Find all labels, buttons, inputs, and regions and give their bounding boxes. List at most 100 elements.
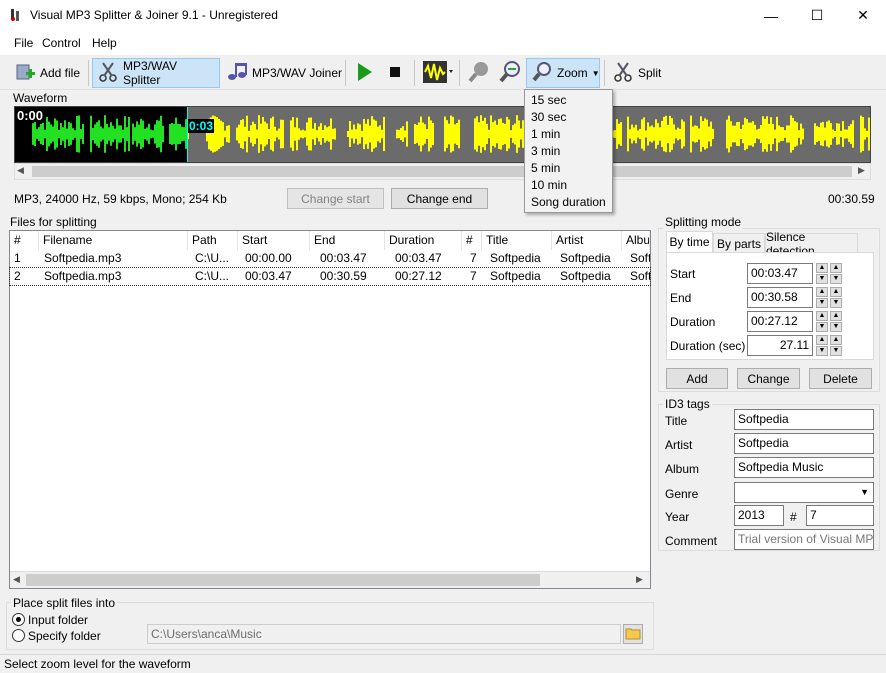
specify-folder-radio[interactable] <box>12 629 25 642</box>
files-scrollbar[interactable]: ◀ ▶ <box>10 571 650 588</box>
row-album: Soft <box>630 251 650 265</box>
tab-silence-detection[interactable]: Silence detection <box>765 230 858 258</box>
folder-icon <box>625 626 641 643</box>
spin-down-icon[interactable]: ▼ <box>816 346 828 356</box>
spin-down-icon[interactable]: ▼ <box>830 274 842 284</box>
id3-genre-select[interactable]: ▼ <box>734 482 874 503</box>
zoom-fit-button[interactable] <box>494 58 526 88</box>
column-header-path[interactable]: Path <box>188 231 238 250</box>
spin-down-icon[interactable]: ▼ <box>816 274 828 284</box>
column-header-album[interactable]: Albu <box>622 231 650 250</box>
split-button[interactable]: Split <box>608 58 665 88</box>
column-header-title[interactable]: Title <box>482 231 552 250</box>
id3-comment-input[interactable]: Trial version of Visual MP3 Sp <box>734 529 874 550</box>
zoom-option[interactable]: 3 min <box>531 143 560 160</box>
column-header-track[interactable]: # <box>462 231 482 250</box>
zoom-dropdown-button[interactable]: Zoom ▼ <box>526 58 600 88</box>
menu-file[interactable]: File <box>14 36 33 50</box>
zoom-option[interactable]: Song duration <box>531 194 606 211</box>
row-artist: Softpedia <box>560 269 611 283</box>
row-album: Soft <box>630 269 650 283</box>
zoom-option[interactable]: 1 min <box>531 126 560 143</box>
menu-control[interactable]: Control <box>42 36 81 50</box>
tab-by-parts[interactable]: By parts <box>713 233 765 254</box>
column-header-start[interactable]: Start <box>238 231 310 250</box>
spin-up-icon[interactable]: ▲ <box>816 335 828 345</box>
spin-up-icon[interactable]: ▲ <box>830 287 842 297</box>
zoom-option[interactable]: 10 min <box>531 177 567 194</box>
spin-up-icon[interactable]: ▲ <box>830 263 842 273</box>
scissors-icon <box>97 61 119 86</box>
row-title: Softpedia <box>490 251 541 265</box>
id3-year-input[interactable]: 2013 <box>734 505 784 526</box>
scroll-left-arrow-icon[interactable]: ◀ <box>17 165 24 176</box>
id3-artist-input[interactable]: Softpedia <box>734 433 874 454</box>
spin-down-icon[interactable]: ▼ <box>830 322 842 332</box>
tab-by-time[interactable]: By time <box>666 231 713 252</box>
waveform-cursor[interactable] <box>187 107 188 162</box>
minimize-button[interactable]: — <box>748 0 794 31</box>
toolbar-separator <box>414 60 415 86</box>
play-button[interactable] <box>350 58 378 88</box>
add-split-button[interactable]: Add <box>666 368 728 389</box>
waveform-scrollbar-thumb[interactable] <box>32 166 852 177</box>
row-end: 00:30.59 <box>320 269 367 283</box>
menu-help[interactable]: Help <box>92 36 117 50</box>
delete-split-button[interactable]: Delete <box>809 368 872 389</box>
id3-album-label: Album <box>665 462 700 476</box>
start-time-input[interactable]: 00:03.47 <box>747 263 813 284</box>
column-header-artist[interactable]: Artist <box>552 231 622 250</box>
spin-up-icon[interactable]: ▲ <box>816 287 828 297</box>
id3-track-input[interactable]: 7 <box>806 505 874 526</box>
scroll-right-arrow-icon[interactable]: ▶ <box>858 165 865 176</box>
joiner-mode-button[interactable]: MP3/WAV Joiner <box>222 58 346 88</box>
files-scroll-left-icon[interactable]: ◀ <box>13 574 20 585</box>
add-file-label: Add file <box>40 66 81 80</box>
waveform-scrollbar[interactable]: ◀ ▶ <box>14 163 871 180</box>
row-duration: 00:03.47 <box>395 251 442 265</box>
duration-input[interactable]: 00:27.12 <box>747 311 813 332</box>
waveform-view-button[interactable] <box>418 58 458 88</box>
close-button[interactable]: ✕ <box>840 0 886 31</box>
input-folder-radio[interactable] <box>12 613 25 626</box>
stop-button[interactable] <box>384 58 406 88</box>
id3-album-input[interactable]: Softpedia Music <box>734 457 874 478</box>
spin-down-icon[interactable]: ▼ <box>830 346 842 356</box>
zoom-option[interactable]: 5 min <box>531 160 560 177</box>
status-text: Select zoom level for the waveform <box>4 657 191 671</box>
spin-down-icon[interactable]: ▼ <box>816 322 828 332</box>
files-scroll-right-icon[interactable]: ▶ <box>636 574 643 585</box>
browse-folder-button[interactable] <box>623 624 643 644</box>
add-file-button[interactable]: Add file <box>10 58 84 88</box>
zoom-option[interactable]: 15 sec <box>531 92 566 109</box>
zoom-option[interactable]: 30 sec <box>531 109 566 126</box>
column-header-end[interactable]: End <box>310 231 385 250</box>
spin-up-icon[interactable]: ▲ <box>816 311 828 321</box>
files-scrollbar-thumb[interactable] <box>26 574 540 586</box>
spin-down-icon[interactable]: ▼ <box>830 298 842 308</box>
change-end-button[interactable]: Change end <box>391 188 488 209</box>
toolbar-separator <box>345 60 346 86</box>
end-time-input[interactable]: 00:30.58 <box>747 287 813 308</box>
change-split-button[interactable]: Change <box>737 368 800 389</box>
output-folder-input[interactable]: C:\Users\anca\Music <box>147 624 621 644</box>
zoom-out-button[interactable] <box>463 58 495 88</box>
chevron-down-icon: ▼ <box>591 68 600 78</box>
zoom-label: Zoom <box>557 66 588 80</box>
specify-folder-label: Specify folder <box>28 629 101 643</box>
id3-comment-label: Comment <box>665 534 718 548</box>
total-duration-text: 00:30.59 <box>828 192 875 206</box>
splitter-mode-button[interactable]: MP3/WAV Splitter <box>92 58 220 88</box>
duration-sec-input[interactable]: 27.11 <box>747 335 813 356</box>
waveform-display[interactable]: 0:00 0:03 <box>14 106 871 163</box>
column-header-filename[interactable]: Filename <box>39 231 188 250</box>
spin-up-icon[interactable]: ▲ <box>816 263 828 273</box>
spin-up-icon[interactable]: ▲ <box>830 311 842 321</box>
id3-title-input[interactable]: Softpedia <box>734 409 874 430</box>
column-header-index[interactable]: # <box>10 231 39 250</box>
change-start-button[interactable]: Change start <box>287 188 384 209</box>
column-header-duration[interactable]: Duration <box>385 231 462 250</box>
spin-up-icon[interactable]: ▲ <box>830 335 842 345</box>
spin-down-icon[interactable]: ▼ <box>816 298 828 308</box>
maximize-button[interactable]: ☐ <box>794 0 840 31</box>
